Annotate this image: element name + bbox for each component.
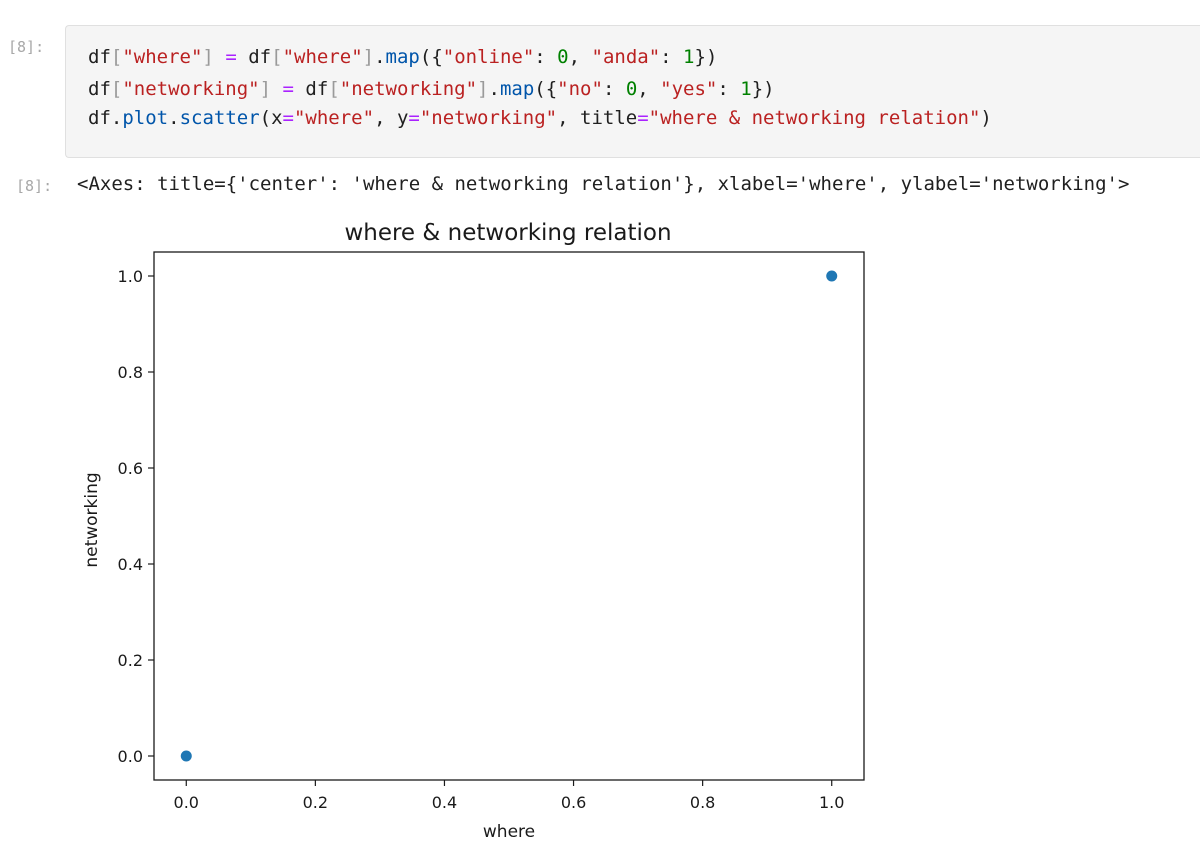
y-tick-label: 0.0 [118, 747, 143, 766]
scatter-point [826, 270, 838, 282]
x-tick-label: 0.4 [432, 793, 457, 812]
y-tick-label: 1.0 [118, 267, 143, 286]
chart-title: where & networking relation [344, 220, 671, 246]
x-tick-label: 0.0 [174, 793, 199, 812]
data-points [180, 270, 838, 762]
x-tick-label: 0.6 [561, 793, 586, 812]
y-tick-label: 0.8 [118, 363, 143, 382]
y-axis-label: networking [82, 472, 102, 567]
x-tick-label: 1.0 [819, 793, 844, 812]
x-axis-label: where [483, 822, 535, 842]
plot-frame [153, 251, 865, 781]
y-tick-label: 0.4 [118, 555, 143, 574]
axis-ticks: 0.0 0.2 0.4 0.6 0.8 1.0 0.0 0.2 0.4 0.6 0.8 1.0 [118, 267, 845, 812]
scatter-chart: where & networking relation 0.0 0.2 0.4 0.6… [82, 220, 865, 842]
x-tick-label: 0.2 [303, 793, 328, 812]
scatter-point [180, 750, 192, 762]
x-tick-label: 0.8 [690, 793, 715, 812]
y-tick-label: 0.6 [118, 459, 143, 478]
y-tick-label: 0.2 [118, 651, 143, 670]
